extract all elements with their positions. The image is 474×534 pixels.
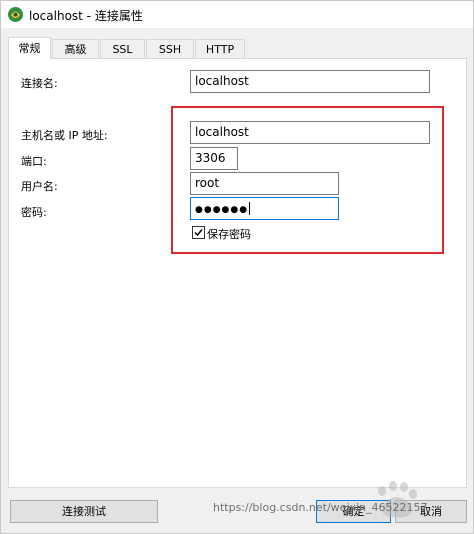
connection-properties-dialog: localhost - 连接属性 常规 高级 SSL SSH HTTP 连接名:… xyxy=(0,0,474,534)
tab-http[interactable]: HTTP xyxy=(195,39,245,58)
tab-ssl[interactable]: SSL xyxy=(100,39,145,58)
test-connection-button[interactable]: 连接测试 xyxy=(10,500,158,523)
window-title: localhost - 连接属性 xyxy=(29,9,143,23)
tab-ssh[interactable]: SSH xyxy=(146,39,194,58)
host-label: 主机名或 IP 地址: xyxy=(21,129,108,142)
navicat-app-icon xyxy=(7,6,24,23)
connection-name-input[interactable]: localhost xyxy=(190,70,430,93)
title-bar: localhost - 连接属性 xyxy=(1,1,473,28)
password-label: 密码: xyxy=(21,206,47,219)
username-label: 用户名: xyxy=(21,180,58,193)
highlight-annotation xyxy=(171,106,444,254)
connection-name-label: 连接名: xyxy=(21,77,58,90)
port-label: 端口: xyxy=(21,155,47,168)
tab-advanced[interactable]: 高级 xyxy=(52,39,99,58)
url-watermark: https://blog.csdn.net/weixin_46522157 xyxy=(213,501,428,514)
tab-general[interactable]: 常规 xyxy=(8,37,51,59)
